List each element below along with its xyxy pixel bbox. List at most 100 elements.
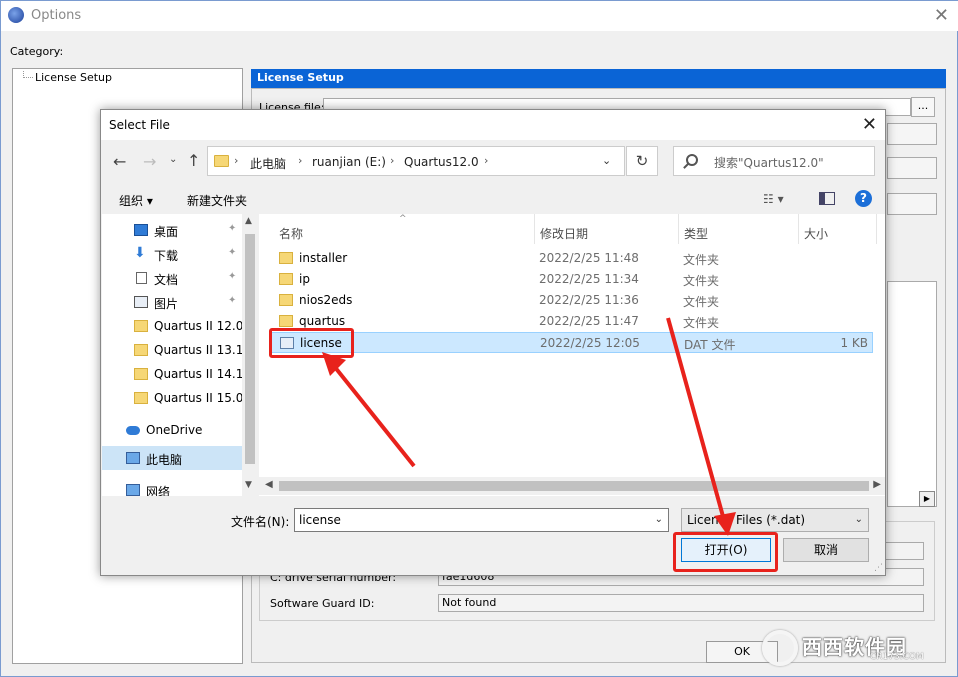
forward-arrow-icon[interactable]: → [143,152,156,171]
file-row[interactable]: quartus 2022/2/25 11:47 文件夹 [271,311,873,332]
chevron-down-icon[interactable]: ⌄ [855,514,863,525]
preview-pane-icon[interactable] [819,192,835,205]
nav-item-this-pc[interactable]: 此电脑 [102,446,242,470]
nav-scrollbar[interactable]: ▲ ▼ [242,214,258,496]
horizontal-scroll-thumb[interactable] [279,481,869,491]
column-header-date[interactable]: 修改日期 [540,225,588,242]
nav-item-label: 图片 [154,297,179,311]
file-date: 2022/2/25 11:47 [539,314,639,328]
folder-icon [134,392,148,404]
app-icon [8,7,24,23]
file-name: ip [299,272,310,286]
organize-menu-button[interactable]: 组织 ▾ [119,192,153,209]
dialog-close-icon[interactable]: ✕ [862,114,877,135]
file-row[interactable]: ip 2022/2/25 11:34 文件夹 [271,269,873,290]
file-date: 2022/2/25 11:34 [539,272,639,286]
chevron-down-icon[interactable]: ⌄ [655,514,663,525]
new-folder-button[interactable]: 新建文件夹 [187,192,247,209]
resize-grip-icon[interactable]: ⋰ [874,563,883,573]
filetype-value: License Files (*.dat) [687,513,806,527]
scroll-down-icon[interactable]: ▼ [245,480,252,490]
file-type: 文件夹 [683,295,720,309]
annotation-box-open [673,532,778,572]
folder-icon [279,252,293,264]
network-icon [126,484,140,496]
column-divider[interactable] [534,214,535,244]
column-divider[interactable] [678,214,679,244]
cancel-button[interactable]: 取消 [783,538,869,562]
breadcrumb-drive[interactable]: ruanjian (E:) [312,155,386,169]
pin-icon: ✦ [228,295,237,306]
help-icon[interactable]: ? [855,190,872,207]
folder-icon [279,315,293,327]
file-date: 2022/2/25 11:48 [539,251,639,265]
nav-item-quartus-14[interactable]: Quartus II 14.1 [102,362,243,386]
horizontal-scrollbar[interactable]: ◀ ▶ [259,477,885,495]
nav-item-onedrive[interactable]: OneDrive [102,418,242,442]
nav-item-label: 下载 [154,249,179,263]
file-row-license[interactable]: license 2022/2/25 12:05 DAT 文件 1 KB [271,332,873,353]
back-arrow-icon[interactable]: ← [113,152,126,171]
nav-item-downloads[interactable]: ⬇ 下载 ✦ [102,242,242,266]
nav-item-desktop[interactable]: 桌面 ✦ [102,218,242,242]
panel-button[interactable] [887,193,937,215]
up-arrow-icon[interactable]: ↑ [187,151,200,170]
computer-icon [126,452,140,464]
filetype-select[interactable]: License Files (*.dat) ⌄ [681,508,869,532]
file-size: 1 KB [840,336,868,350]
column-divider[interactable] [798,214,799,244]
column-header-type[interactable]: 类型 [684,225,708,242]
cloud-icon [126,426,140,435]
nav-item-documents[interactable]: 文档 ✦ [102,266,242,290]
filename-label: 文件名(N): [231,515,290,529]
panel-button[interactable] [887,157,937,179]
scroll-left-icon[interactable]: ◀ [265,479,273,490]
column-header-size[interactable]: 大小 [804,225,828,242]
breadcrumb-separator: › [298,154,303,167]
search-input[interactable]: 搜索"Quartus12.0" [673,146,875,176]
file-type: 文件夹 [683,274,720,288]
nav-item-quartus-12[interactable]: Quartus II 12.0 [102,314,243,338]
breadcrumb-folder[interactable]: Quartus12.0 [404,155,479,169]
breadcrumb-separator: › [484,154,489,167]
panel-field[interactable] [887,123,937,145]
watermark-logo: 西西软件园 CR173.COM [762,628,940,668]
address-dropdown-icon[interactable]: ⌄ [602,154,611,167]
nav-item-quartus-15[interactable]: Quartus II 15.0 [102,386,244,410]
nav-scroll-thumb[interactable] [245,234,255,464]
folder-icon [214,155,229,167]
column-header-name[interactable]: 名称 [279,225,303,242]
file-row[interactable]: nios2eds 2022/2/25 11:36 文件夹 [271,290,873,311]
options-title: Options [31,8,82,23]
file-date: 2022/2/25 11:36 [539,293,639,307]
tree-line [23,71,33,78]
navigation-pane[interactable]: 桌面 ✦ ⬇ 下载 ✦ 文档 ✦ 图片 ✦ Quartus II 12.0 Qu… [102,214,258,496]
view-options-icon[interactable]: ☷ ▾ [763,192,784,206]
nav-item-quartus-13[interactable]: Quartus II 13.1 [102,338,243,362]
watermark-subtext: CR173.COM [870,652,924,662]
file-row[interactable]: installer 2022/2/25 11:48 文件夹 [271,248,873,269]
tree-item-license-setup[interactable]: License Setup [35,71,112,84]
address-bar[interactable]: › 此电脑 › ruanjian (E:) › Quartus12.0 › ⌄ [207,146,625,176]
scroll-right-icon[interactable]: ▶ [873,479,881,490]
refresh-button[interactable]: ↻ [626,146,658,176]
options-close-icon[interactable]: ✕ [934,5,949,26]
annotation-box-license [269,328,354,358]
nav-item-pictures[interactable]: 图片 ✦ [102,290,242,314]
recent-locations-chevron-icon[interactable]: ⌄ [169,154,177,165]
nav-item-label: Quartus II 15.0 [154,391,244,405]
scroll-up-icon[interactable]: ▲ [245,216,252,226]
watermark-circle-icon [762,630,798,666]
browse-button[interactable]: ... [911,97,935,117]
nav-item-network[interactable]: 网络 [102,478,242,496]
nav-item-label: OneDrive [146,423,203,437]
filename-value: license [299,513,341,527]
filename-input[interactable]: license ⌄ [294,508,669,532]
breadcrumb-this-pc[interactable]: 此电脑 [250,155,286,172]
software-guard-value: Not found [438,594,924,612]
picture-icon [134,296,148,308]
scroll-right-arrow-icon[interactable]: ▶ [919,491,935,507]
column-divider[interactable] [876,214,877,244]
pin-icon: ✦ [228,247,237,258]
license-list[interactable] [887,281,937,507]
